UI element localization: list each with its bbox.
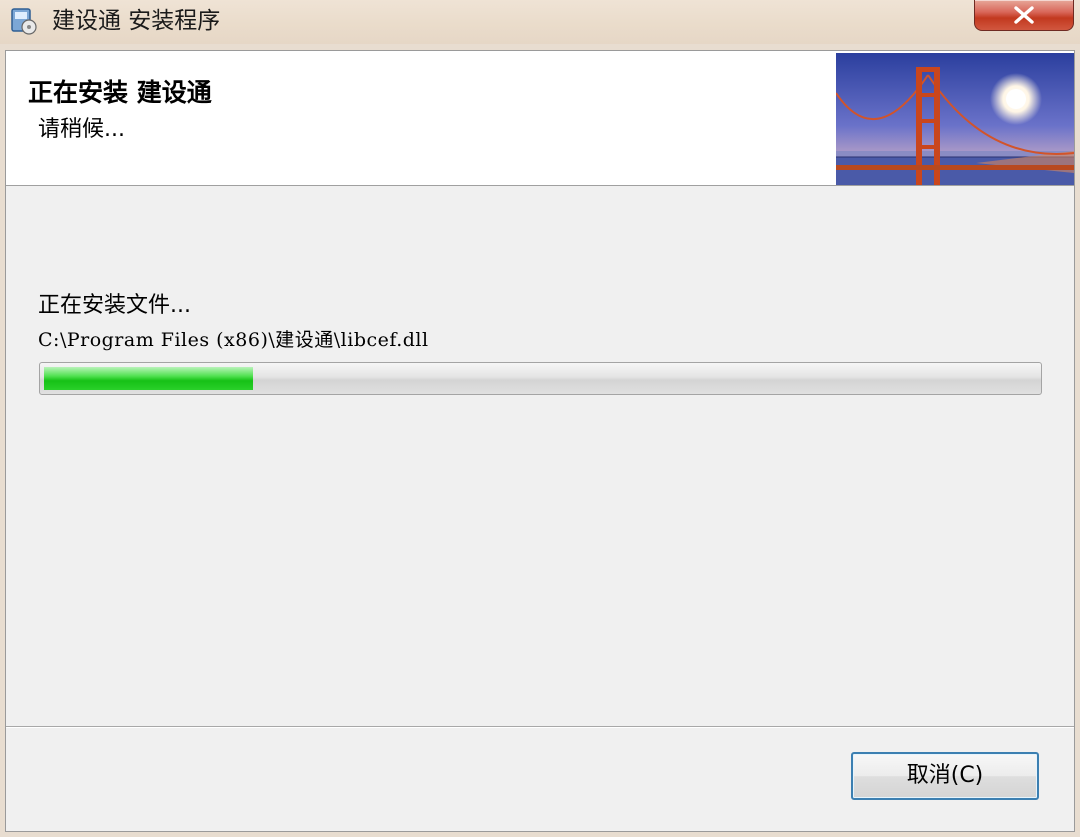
page-title: 正在安装 建设通 xyxy=(28,78,212,107)
header-panel: 正在安装 建设通 请稍候... xyxy=(6,51,1075,186)
footer-divider xyxy=(6,726,1074,728)
status-text: 正在安装文件... xyxy=(38,293,191,318)
golden-gate-bridge-image xyxy=(835,53,1075,185)
title-bar: 建设通 安装程序 xyxy=(0,0,1080,44)
window-title: 建设通 安装程序 xyxy=(52,8,221,34)
progress-fill xyxy=(44,367,253,390)
installer-window: 正在安装 建设通 请稍候... 正在安装文件... C:\Program Fil… xyxy=(5,50,1075,832)
installer-app-icon xyxy=(9,6,39,36)
close-button[interactable] xyxy=(974,0,1074,31)
install-progress-bar xyxy=(39,362,1042,395)
cancel-button[interactable]: 取消(C) xyxy=(851,752,1039,800)
current-file-path: C:\Program Files (x86)\建设通\libcef.dll xyxy=(38,329,429,351)
page-subtitle: 请稍候... xyxy=(38,117,125,142)
